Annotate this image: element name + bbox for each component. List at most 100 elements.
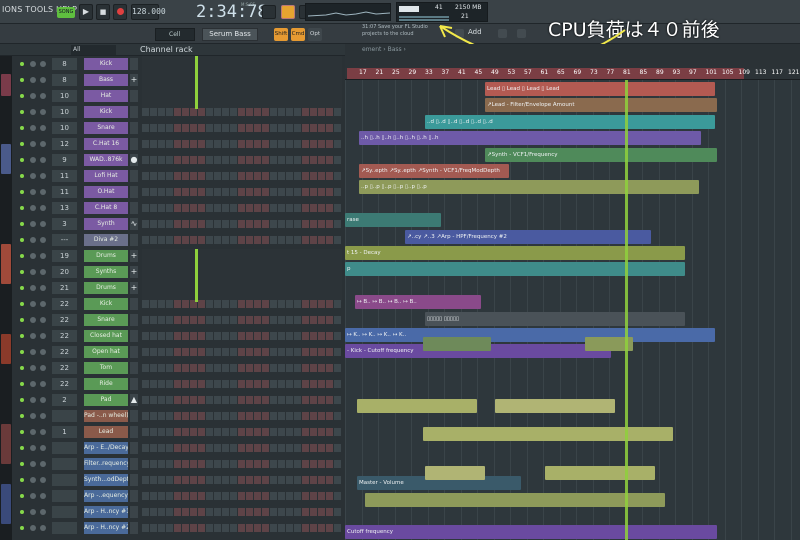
pan-knob[interactable] — [30, 509, 36, 515]
mute-led-icon[interactable] — [20, 414, 24, 418]
step-button[interactable] — [142, 348, 149, 356]
step-button[interactable] — [318, 300, 325, 308]
step-button[interactable] — [262, 156, 269, 164]
step-button[interactable] — [326, 156, 333, 164]
step-button[interactable] — [238, 332, 245, 340]
step-button[interactable] — [230, 316, 237, 324]
step-button[interactable] — [286, 300, 293, 308]
step-button[interactable] — [174, 380, 181, 388]
mixer-track-number[interactable]: 1 — [52, 426, 77, 438]
step-button[interactable] — [158, 220, 165, 228]
step-button[interactable] — [230, 460, 237, 468]
step-button[interactable] — [150, 524, 157, 532]
step-button[interactable] — [270, 220, 277, 228]
step-button[interactable] — [302, 316, 309, 324]
channel-row[interactable]: 10 Snare — [12, 120, 345, 136]
step-sequencer[interactable] — [142, 476, 342, 484]
mute-led-icon[interactable] — [20, 334, 24, 338]
step-button[interactable] — [166, 140, 173, 148]
playlist-clip[interactable] — [423, 427, 673, 442]
step-button[interactable] — [166, 124, 173, 132]
channel-row[interactable]: 22 Tom — [12, 360, 345, 376]
channel-name-button[interactable]: Kick — [84, 58, 128, 70]
step-button[interactable] — [238, 316, 245, 324]
step-button[interactable] — [182, 140, 189, 148]
step-button[interactable] — [158, 492, 165, 500]
step-button[interactable] — [294, 524, 301, 532]
mute-led-icon[interactable] — [20, 446, 24, 450]
step-button[interactable] — [142, 524, 149, 532]
step-button[interactable] — [246, 188, 253, 196]
step-button[interactable] — [254, 300, 261, 308]
step-button[interactable] — [150, 124, 157, 132]
step-button[interactable] — [270, 348, 277, 356]
pan-knob[interactable] — [30, 285, 36, 291]
step-button[interactable] — [238, 380, 245, 388]
step-button[interactable] — [302, 348, 309, 356]
step-button[interactable] — [278, 412, 285, 420]
step-button[interactable] — [326, 204, 333, 212]
step-button[interactable] — [302, 364, 309, 372]
step-button[interactable] — [246, 428, 253, 436]
mixer-track-number[interactable]: 2 — [52, 394, 77, 406]
step-button[interactable] — [174, 460, 181, 468]
step-button[interactable] — [318, 476, 325, 484]
step-button[interactable] — [142, 140, 149, 148]
step-button[interactable] — [326, 236, 333, 244]
step-button[interactable] — [166, 348, 173, 356]
step-button[interactable] — [222, 316, 229, 324]
step-sequencer[interactable] — [142, 380, 342, 388]
step-button[interactable] — [150, 508, 157, 516]
channel-name-button[interactable]: Kick — [84, 106, 128, 118]
step-button[interactable] — [294, 508, 301, 516]
step-button[interactable] — [302, 412, 309, 420]
volume-knob[interactable] — [40, 125, 46, 131]
step-button[interactable] — [222, 236, 229, 244]
mixer-track-number[interactable]: 10 — [52, 90, 77, 102]
pan-knob[interactable] — [30, 493, 36, 499]
step-button[interactable] — [270, 172, 277, 180]
step-button[interactable] — [302, 220, 309, 228]
step-button[interactable] — [206, 460, 213, 468]
step-button[interactable] — [198, 364, 205, 372]
step-button[interactable] — [302, 492, 309, 500]
step-button[interactable] — [150, 348, 157, 356]
step-button[interactable] — [158, 524, 165, 532]
step-button[interactable] — [174, 332, 181, 340]
channel-row[interactable]: 22 Open hat — [12, 344, 345, 360]
step-button[interactable] — [238, 396, 245, 404]
step-button[interactable] — [214, 492, 221, 500]
step-button[interactable] — [286, 140, 293, 148]
step-button[interactable] — [278, 108, 285, 116]
step-button[interactable] — [198, 508, 205, 516]
step-button[interactable] — [278, 508, 285, 516]
step-button[interactable] — [326, 348, 333, 356]
volume-knob[interactable] — [40, 317, 46, 323]
step-button[interactable] — [182, 508, 189, 516]
mixer-track-number[interactable] — [52, 442, 77, 454]
step-button[interactable] — [198, 524, 205, 532]
playlist-clip[interactable]: Lead ▯ Lead ▯ Lead ▯ Lead — [485, 82, 715, 96]
step-button[interactable] — [278, 332, 285, 340]
step-button[interactable] — [198, 332, 205, 340]
opt-button[interactable]: Opt — [308, 28, 322, 41]
cmd-button[interactable]: Cmd — [291, 28, 305, 41]
step-button[interactable] — [166, 108, 173, 116]
step-button[interactable] — [142, 204, 149, 212]
step-button[interactable] — [166, 220, 173, 228]
step-button[interactable] — [286, 316, 293, 324]
step-button[interactable] — [238, 188, 245, 196]
step-sequencer[interactable] — [142, 188, 342, 196]
step-button[interactable] — [310, 348, 317, 356]
step-button[interactable] — [262, 460, 269, 468]
step-button[interactable] — [294, 444, 301, 452]
step-button[interactable] — [286, 444, 293, 452]
step-button[interactable] — [206, 236, 213, 244]
channel-row[interactable]: 3 Synth ∿ — [12, 216, 345, 232]
step-button[interactable] — [174, 396, 181, 404]
step-button[interactable] — [230, 364, 237, 372]
step-button[interactable] — [262, 124, 269, 132]
step-sequencer[interactable] — [142, 348, 342, 356]
step-button[interactable] — [238, 124, 245, 132]
song-mode-button[interactable]: SONG — [57, 7, 75, 18]
